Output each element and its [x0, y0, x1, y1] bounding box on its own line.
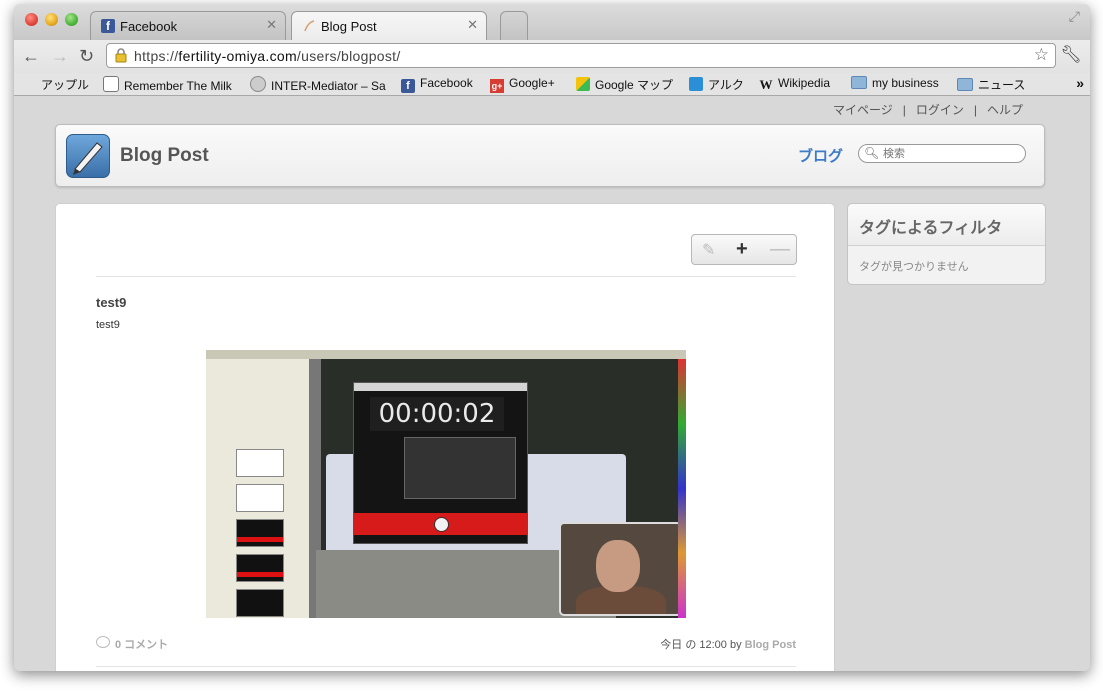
bookmark-folder-news[interactable]: ニュース — [957, 76, 1025, 93]
image-thumb — [236, 484, 284, 512]
apple-icon — [22, 77, 36, 91]
post-footer: 0 コメント 今日 の 12:00 by Blog Post — [96, 636, 796, 652]
tab-blog-post[interactable]: Blog Post ✕ — [291, 11, 487, 40]
top-links: マイページ | ログイン | ヘルプ — [828, 101, 1028, 118]
search-icon: 🔍︎ — [864, 146, 880, 160]
tag-filter-box: タグによるフィルタ タグが見つかりません — [847, 203, 1046, 285]
post-image: 00:00:02 — [206, 350, 686, 618]
web-page: マイページ | ログイン | ヘルプ Blog Post ブログ 🔍︎ ✎ + — te… — [14, 96, 1090, 671]
author-link[interactable]: Blog Post — [745, 639, 796, 651]
comments-link[interactable]: 0 コメント — [115, 636, 168, 652]
tab-strip: f Facebook ✕ Blog Post ✕ ⤢ — [14, 4, 1090, 40]
browser-toolbar: ← → ↻ https://fertility-omiya.com/users/… — [14, 40, 1090, 73]
post-date: 今日 の 12:00 by Blog Post — [660, 639, 796, 651]
image-timer: 00:00:02 — [370, 397, 504, 431]
login-link[interactable]: ログイン — [916, 103, 964, 117]
facebook-icon: f — [101, 19, 115, 33]
wrench-icon[interactable]: 🔧︎ — [1060, 45, 1082, 65]
tag-filter-header: タグによるフィルタ — [848, 204, 1045, 246]
image-capture-window: 00:00:02 — [353, 382, 528, 544]
tag-filter-title: タグによるフィルタ — [859, 220, 1003, 237]
image-capture-titlebar — [354, 383, 527, 391]
mypage-link[interactable]: マイページ — [833, 103, 893, 117]
bookmarks-overflow-button[interactable]: » — [1076, 75, 1084, 91]
close-tab-icon[interactable]: ✕ — [467, 17, 478, 33]
bookmark-folder-my-business[interactable]: my business — [851, 76, 939, 90]
bookmark-inter-mediator[interactable]: INTER-Mediator – Sa — [250, 76, 388, 93]
facebook-icon: f — [401, 79, 415, 93]
bookmarks-bar: アップル Remember The Milk INTER-Mediator – … — [14, 73, 1090, 96]
post-body: test9 — [96, 319, 120, 331]
tag-filter-empty-text: タグが見つかりません — [859, 261, 969, 273]
nav-blog-link[interactable]: ブログ — [798, 145, 843, 166]
google-maps-icon — [576, 77, 590, 91]
page-icon — [302, 19, 316, 33]
bookmark-google-maps[interactable]: Google マップ — [576, 76, 673, 93]
separator: | — [902, 103, 906, 117]
bookmark-alc[interactable]: アルク — [689, 76, 744, 93]
image-inner-window — [404, 437, 516, 499]
bookmark-wikipedia[interactable]: W Wikipedia — [759, 76, 831, 92]
bookmark-apple[interactable]: アップル — [22, 76, 89, 93]
divider — [96, 666, 796, 667]
site-title[interactable]: Blog Post — [120, 145, 209, 167]
image-thumb — [236, 519, 284, 547]
image-record-strip — [354, 513, 527, 535]
google-plus-icon: g+ — [490, 79, 504, 93]
fullscreen-icon[interactable]: ⤢ — [1069, 8, 1080, 25]
image-person-face — [596, 540, 640, 592]
bookmark-google-plus[interactable]: g+ Google+ — [490, 76, 555, 93]
bookmark-remember-the-milk[interactable]: Remember The Milk — [103, 76, 232, 93]
divider — [96, 276, 796, 277]
cow-icon — [103, 76, 119, 92]
tab-facebook[interactable]: f Facebook ✕ — [90, 11, 286, 40]
wikipedia-icon: W — [759, 77, 773, 92]
image-thumb — [236, 589, 284, 617]
help-link[interactable]: ヘルプ — [987, 103, 1023, 117]
alc-icon — [689, 77, 703, 91]
image-menubar — [206, 350, 686, 359]
image-thumb — [236, 449, 284, 477]
blog-app-icon — [66, 134, 110, 178]
globe-icon — [250, 76, 266, 92]
comment-icon — [96, 636, 110, 648]
new-tab-button[interactable] — [500, 11, 528, 40]
pencil-icon[interactable]: ✎ — [702, 240, 715, 260]
url-text: https://fertility-omiya.com/users/blogpo… — [134, 48, 401, 64]
separator: | — [973, 103, 977, 117]
lock-icon — [114, 47, 128, 63]
site-header: Blog Post ブログ 🔍︎ — [55, 124, 1045, 187]
back-icon[interactable]: ← — [22, 46, 40, 67]
bookmark-facebook[interactable]: f Facebook — [401, 76, 473, 93]
close-tab-icon[interactable]: ✕ — [266, 17, 277, 33]
bookmark-star-icon[interactable]: ☆ — [1034, 45, 1049, 65]
add-post-button[interactable]: + — [736, 238, 748, 261]
zoom-window-button[interactable] — [65, 13, 78, 26]
forward-icon[interactable]: → — [51, 46, 69, 67]
browser-window: f Facebook ✕ Blog Post ✕ ⤢ ← → ↻ https:/… — [14, 4, 1090, 671]
image-thumb — [236, 554, 284, 582]
image-pause-icon — [434, 517, 449, 532]
image-webcam — [559, 522, 682, 616]
search-box[interactable]: 🔍︎ — [858, 144, 1026, 163]
search-input[interactable] — [883, 146, 1013, 161]
folder-icon — [851, 76, 867, 89]
close-window-button[interactable] — [25, 13, 38, 26]
image-sidebar — [206, 359, 309, 618]
remove-post-button[interactable]: — — [770, 238, 790, 261]
image-dock — [678, 359, 686, 618]
edit-toolbar: ✎ + — — [691, 234, 797, 265]
tab-title: Facebook — [120, 19, 178, 34]
folder-icon — [957, 78, 973, 91]
address-bar[interactable]: https://fertility-omiya.com/users/blogpo… — [106, 43, 1056, 68]
post-title[interactable]: test9 — [96, 295, 126, 310]
minimize-window-button[interactable] — [45, 13, 58, 26]
post-container: ✎ + — test9 test9 00:00:02 0 コメント 今日 の 1… — [55, 203, 835, 671]
reload-icon[interactable]: ↻ — [79, 46, 94, 67]
tab-title: Blog Post — [321, 19, 377, 34]
